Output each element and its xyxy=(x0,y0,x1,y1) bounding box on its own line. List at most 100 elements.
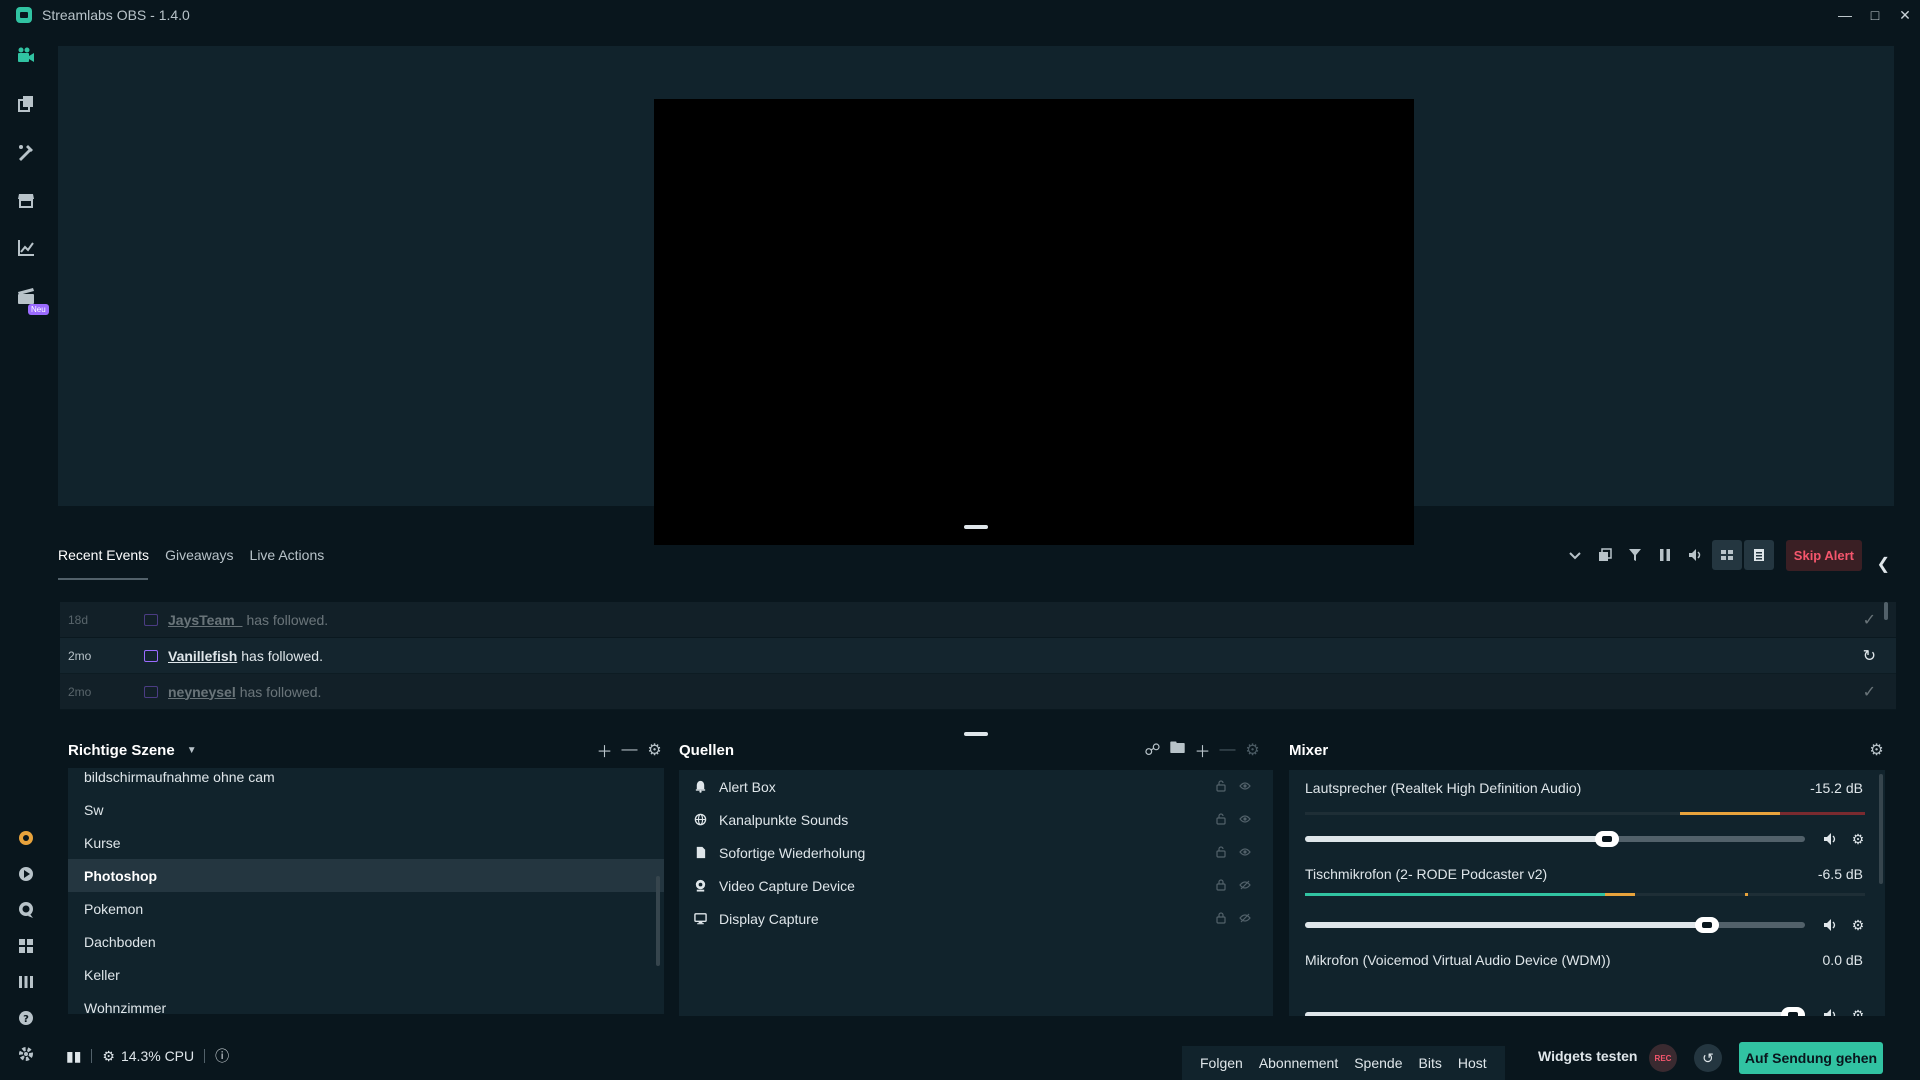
preview-resize-handle[interactable] xyxy=(964,525,988,529)
chat-icon[interactable] xyxy=(14,898,38,922)
editor-icon[interactable] xyxy=(14,140,38,164)
chevron-down-icon[interactable]: ▼ xyxy=(187,745,197,756)
gear-icon[interactable]: ⚙ xyxy=(1847,916,1869,934)
remove-scene-icon[interactable]: — xyxy=(617,741,642,759)
volume-slider[interactable] xyxy=(1305,831,1805,847)
eye-icon[interactable] xyxy=(1233,812,1257,826)
collapse-chevron-icon[interactable]: ❮ xyxy=(1877,554,1890,574)
unlock-icon[interactable] xyxy=(1209,845,1233,859)
slider-handle[interactable] xyxy=(1595,831,1619,847)
test-subscription-button[interactable]: Abonnement xyxy=(1251,1055,1346,1071)
minimize-icon[interactable]: — xyxy=(1830,0,1860,30)
go-live-button[interactable]: Auf Sendung gehen xyxy=(1739,1042,1883,1074)
replay-buffer-icon[interactable]: ↺ xyxy=(1694,1044,1722,1072)
events-scrollbar[interactable] xyxy=(1884,602,1888,620)
popout-icon[interactable] xyxy=(1590,540,1620,570)
mixer-scrollbar[interactable] xyxy=(1879,774,1883,884)
slider-handle[interactable] xyxy=(1695,917,1719,933)
filter-icon[interactable] xyxy=(1620,540,1650,570)
speaker-icon[interactable] xyxy=(1819,1006,1841,1016)
bar-chart-icon[interactable]: ▮▮ xyxy=(66,1048,81,1065)
source-item[interactable]: Sofortige Wiederholung xyxy=(679,836,1273,869)
layout-icon[interactable] xyxy=(14,934,38,958)
scene-item[interactable]: Dachboden xyxy=(68,925,664,958)
source-item[interactable]: Video Capture Device xyxy=(679,869,1273,902)
scene-item[interactable]: Keller xyxy=(68,958,664,991)
unlock-icon[interactable] xyxy=(1209,812,1233,826)
list-item[interactable]: 18d JaysTeam_ has followed. ✓ xyxy=(60,602,1896,638)
list-item[interactable]: 2mo Vanillefish has followed. ↻ xyxy=(60,638,1896,674)
events-toolbar: Skip Alert ❮ xyxy=(1560,539,1890,573)
analytics-icon[interactable] xyxy=(14,236,38,260)
source-item[interactable]: Alert Box xyxy=(679,770,1273,803)
scene-item[interactable]: Pokemon xyxy=(68,892,664,925)
lock-icon[interactable] xyxy=(1209,878,1233,892)
dashboard-icon[interactable] xyxy=(14,862,38,886)
lock-icon[interactable] xyxy=(1209,911,1233,925)
grid-view-icon[interactable] xyxy=(1711,540,1742,570)
scene-item[interactable]: Kurse xyxy=(68,826,664,859)
gear-icon[interactable]: ⚙ xyxy=(1847,1006,1869,1017)
event-user-link[interactable]: neyneysel xyxy=(168,684,236,700)
scene-item[interactable]: bildschirmaufnahme ohne cam xyxy=(68,768,664,793)
speaker-icon[interactable] xyxy=(1819,916,1841,934)
record-button[interactable]: REC xyxy=(1649,1044,1677,1072)
studio-mode-icon[interactable] xyxy=(14,970,38,994)
event-user-link[interactable]: Vanillefish xyxy=(168,648,237,664)
slider-handle[interactable] xyxy=(1781,1007,1805,1016)
themes-icon[interactable] xyxy=(14,92,38,116)
volume-slider[interactable] xyxy=(1305,917,1805,933)
tab-recent-events[interactable]: Recent Events xyxy=(58,530,149,580)
event-user-link[interactable]: JaysTeam_ xyxy=(168,612,242,628)
eye-slash-icon[interactable] xyxy=(1233,878,1257,892)
studio-icon[interactable] xyxy=(14,44,38,68)
scene-item[interactable]: Wohnzimmer xyxy=(68,991,664,1015)
test-host-button[interactable]: Host xyxy=(1450,1055,1495,1071)
events-resize-handle[interactable] xyxy=(964,732,988,736)
repeat-icon[interactable]: ↻ xyxy=(1863,646,1876,666)
gear-icon[interactable]: ⚙ xyxy=(1847,830,1869,848)
close-icon[interactable]: ✕ xyxy=(1890,0,1920,30)
volume-slider[interactable] xyxy=(1305,1007,1805,1016)
pause-icon[interactable] xyxy=(1650,540,1680,570)
help-icon[interactable]: ? xyxy=(14,1006,38,1030)
test-follow-button[interactable]: Folgen xyxy=(1192,1055,1251,1071)
mixer-settings-icon[interactable]: ⚙ xyxy=(1864,740,1889,760)
source-settings-icon[interactable]: ⚙ xyxy=(1240,740,1265,760)
eye-slash-icon[interactable] xyxy=(1233,911,1257,925)
add-source-icon[interactable]: ＋ xyxy=(1190,738,1215,762)
settings-icon[interactable] xyxy=(14,1042,38,1066)
scenes-scrollbar[interactable] xyxy=(656,876,660,966)
eye-icon[interactable] xyxy=(1233,779,1257,793)
add-folder-icon[interactable]: 🖿 xyxy=(1165,737,1190,764)
scene-item[interactable]: Sw xyxy=(68,793,664,826)
test-donation-button[interactable]: Spende xyxy=(1346,1055,1410,1071)
prime-icon[interactable] xyxy=(14,826,38,850)
scene-settings-icon[interactable]: ⚙ xyxy=(642,740,667,760)
remove-source-icon[interactable]: — xyxy=(1215,741,1240,759)
skip-alert-button[interactable]: Skip Alert xyxy=(1785,539,1862,571)
source-item[interactable]: Display Capture xyxy=(679,902,1273,935)
test-bits-button[interactable]: Bits xyxy=(1411,1055,1450,1071)
list-item[interactable]: 2mo neyneysel has followed. ✓ xyxy=(60,674,1896,710)
check-icon[interactable]: ✓ xyxy=(1863,682,1876,702)
tab-live-actions[interactable]: Live Actions xyxy=(250,530,325,580)
list-view-icon[interactable] xyxy=(1743,540,1774,570)
scene-item-selected[interactable]: Photoshop xyxy=(68,859,664,892)
tab-giveaways[interactable]: Giveaways xyxy=(165,530,233,580)
unlock-icon[interactable] xyxy=(1209,779,1233,793)
selective-recording-icon[interactable]: ☍ xyxy=(1140,740,1165,760)
speaker-icon[interactable] xyxy=(1819,830,1841,848)
check-icon[interactable]: ✓ xyxy=(1863,610,1876,630)
preview-canvas[interactable] xyxy=(654,99,1414,545)
add-scene-icon[interactable]: ＋ xyxy=(592,738,617,762)
volume-icon[interactable] xyxy=(1680,540,1710,570)
source-item[interactable]: Kanalpunkte Sounds xyxy=(679,803,1273,836)
widgets-test-label[interactable]: Widgets testen xyxy=(1538,1048,1637,1068)
store-icon[interactable] xyxy=(14,188,38,212)
scenes-header[interactable]: Richtige Szene ▼ xyxy=(68,738,197,762)
chevron-down-icon[interactable] xyxy=(1560,540,1590,570)
info-icon[interactable]: ⓘ xyxy=(215,1046,229,1066)
maximize-icon[interactable]: □ xyxy=(1860,0,1890,30)
eye-icon[interactable] xyxy=(1233,845,1257,859)
